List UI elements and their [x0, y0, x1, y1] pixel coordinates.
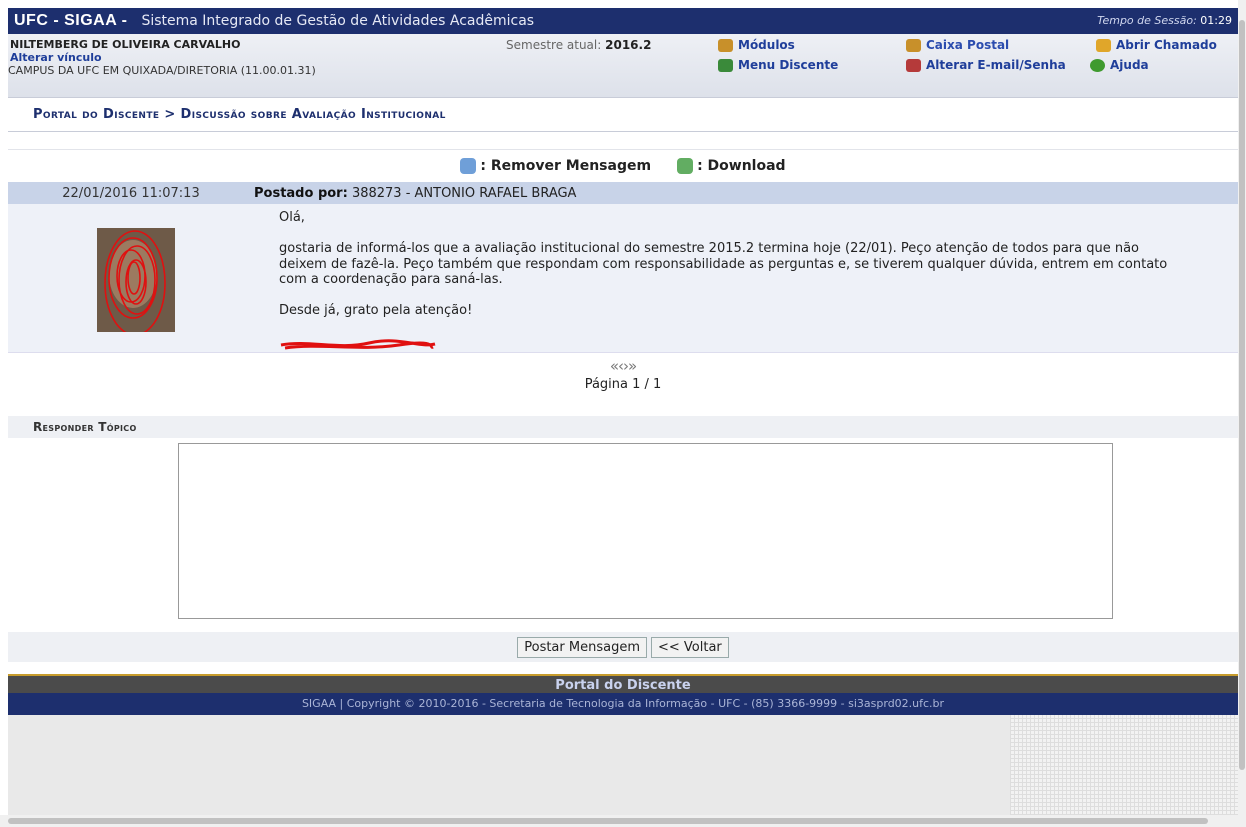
horizontal-scrollbar[interactable]	[0, 815, 1238, 827]
session-label: Tempo de Sessão:	[1097, 14, 1197, 27]
post-message-button[interactable]: Postar Mensagem	[517, 636, 647, 658]
reply-textarea[interactable]	[178, 443, 1113, 619]
reply-area	[8, 438, 1238, 632]
system-title: Sistema Integrado de Gestão de Atividade…	[141, 13, 535, 29]
footer-copyright: SIGAA | Copyright © 2010-2016 - Secretar…	[8, 693, 1238, 715]
posted-by-label: Postado por:	[254, 185, 348, 201]
menu-ajuda-label: Ajuda	[1110, 58, 1149, 72]
divider	[8, 132, 1238, 150]
reply-buttons: Postar Mensagem << Voltar	[8, 632, 1238, 662]
remove-legend: : Remover Mensagem	[460, 158, 651, 174]
avatar	[97, 228, 175, 332]
change-link[interactable]: Alterar vínculo	[10, 51, 102, 64]
footer-portal: Portal do Discente	[8, 674, 1238, 693]
post-date: 22/01/2016 11:07:13	[62, 185, 200, 201]
menu-discente[interactable]: Menu Discente	[718, 58, 838, 72]
semester-label: Semestre atual:	[506, 38, 602, 52]
author-name: 388273 - ANTONIO RAFAEL BRAGA	[351, 185, 577, 201]
menu-caixa-label: Caixa Postal	[926, 38, 1010, 52]
post-author: Postado por: 388273 - ANTONIO RAFAEL BRA…	[254, 186, 576, 201]
vertical-scrollbar[interactable]	[1238, 0, 1246, 827]
scrollbar-thumb[interactable]	[8, 818, 1208, 824]
download-icon	[677, 158, 694, 174]
trash-icon	[460, 158, 477, 174]
megaphone-icon	[1096, 38, 1111, 52]
download-legend: : Download	[677, 158, 786, 174]
modules-icon	[718, 38, 733, 52]
scrollbar-thumb[interactable]	[1239, 20, 1245, 770]
post-header: 22/01/2016 11:07:13 Postado por: 388273 …	[8, 182, 1238, 204]
page-background	[8, 715, 1238, 819]
back-button[interactable]: << Voltar	[650, 636, 729, 658]
menu-discente-label: Menu Discente	[738, 58, 839, 72]
mailbox-icon	[906, 38, 921, 52]
actions-legend: : Remover Mensagem : Download	[8, 150, 1238, 182]
top-banner: UFC - SIGAA - Sistema Integrado de Gestã…	[8, 8, 1238, 34]
avatar-scribble	[97, 228, 175, 332]
post-body: Olá, gostaria de informá-los que a avali…	[8, 204, 1238, 352]
menu-ajuda[interactable]: Ajuda	[1090, 58, 1149, 72]
menu-chamado-label: Abrir Chamado	[1116, 38, 1217, 52]
menu-email-label: Alterar E-mail/Senha	[926, 58, 1066, 72]
menu-modulos-label: Módulos	[738, 38, 795, 52]
redacted-signature	[280, 339, 436, 350]
menu-caixa-postal[interactable]: Caixa Postal	[906, 38, 1009, 52]
session-timer: Tempo de Sessão: 01:29	[1097, 14, 1232, 27]
semester-value: 2016.2	[605, 38, 652, 52]
pager-arrows[interactable]: «‹›»	[8, 353, 1238, 375]
post-message: Olá, gostaria de informá-los que a avali…	[279, 210, 1168, 318]
page: UFC - SIGAA - Sistema Integrado de Gestã…	[8, 8, 1238, 827]
menu-abrir-chamado[interactable]: Abrir Chamado	[1096, 38, 1217, 52]
student-menu-icon	[718, 58, 733, 72]
footer-portal-link[interactable]: Portal do Discente	[555, 678, 690, 693]
semester-info: Semestre atual: 2016.2	[506, 38, 651, 52]
user-key-icon	[906, 58, 921, 72]
download-legend-label: : Download	[697, 158, 786, 174]
menu-modulos[interactable]: Módulos	[718, 38, 795, 52]
pagination: «‹›» Página 1 / 1	[8, 352, 1238, 408]
remove-legend-label: : Remover Mensagem	[480, 158, 652, 174]
breadcrumb: Portal do Discente > Discussão sobre Ava…	[8, 98, 1238, 132]
system-logo[interactable]: UFC - SIGAA -	[8, 12, 127, 30]
user-info-bar: NILTEMBERG DE OLIVEIRA CARVALHO Alterar …	[8, 34, 1238, 98]
campus-label: CAMPUS DA UFC EM QUIXADA/DIRETORIA (11.0…	[8, 64, 316, 77]
page-indicator: Página 1 / 1	[584, 377, 662, 392]
menu-alterar-email[interactable]: Alterar E-mail/Senha	[906, 58, 1066, 72]
user-name: NILTEMBERG DE OLIVEIRA CARVALHO	[10, 38, 241, 51]
help-icon	[1090, 58, 1105, 72]
session-time: 01:29	[1200, 14, 1232, 27]
reply-section-title: Responder Tópico	[8, 416, 1238, 438]
background-pattern	[1010, 715, 1238, 819]
